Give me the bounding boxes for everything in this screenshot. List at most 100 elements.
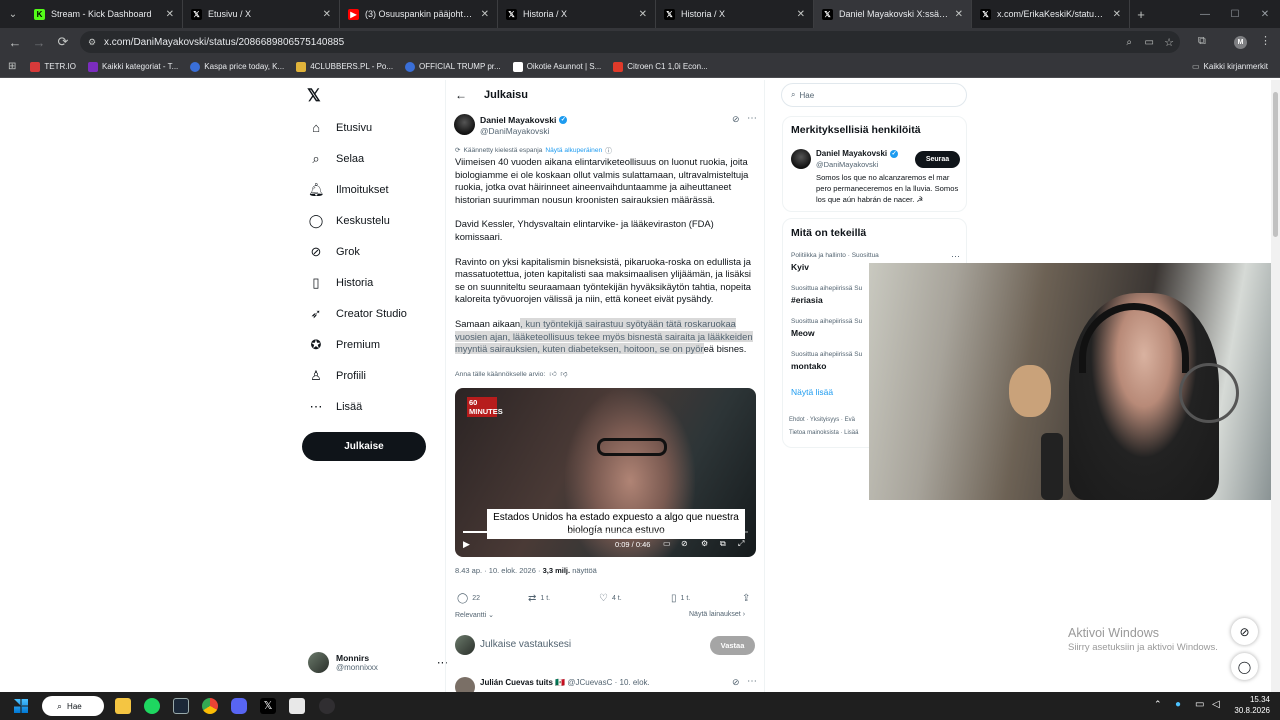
trend-item[interactable]: Suosittua aihepiirissä Su #eriasia (791, 285, 862, 305)
file-explorer-icon[interactable] (115, 698, 131, 714)
thumbs-down-icon[interactable]: 👎︎ (560, 370, 567, 378)
tab-search-icon[interactable]: ⌄ (0, 9, 26, 20)
trend-menu-icon[interactable]: ⋯ (951, 251, 960, 262)
reply-avatar[interactable] (455, 677, 475, 692)
windows-start-icon[interactable] (14, 699, 28, 713)
post-menu-icon[interactable]: ⋯ (747, 676, 757, 687)
new-tab-button[interactable]: + (1130, 7, 1152, 22)
video-progress-bar[interactable] (463, 531, 748, 533)
follow-button[interactable]: Seuraa (915, 151, 960, 168)
show-original-link[interactable]: Näytä alkuperäinen (545, 147, 602, 154)
microphone-icon[interactable]: ● (1175, 699, 1181, 710)
page-scrollbar[interactable] (1271, 80, 1280, 692)
profile-avatar[interactable]: M (1234, 36, 1247, 49)
zoom-icon[interactable]: ⌕ (1126, 37, 1132, 48)
nav-historia[interactable]: ▯ Historia (308, 275, 373, 291)
share-button[interactable]: ⇪ (742, 593, 750, 604)
thumbs-up-icon[interactable]: 👍︎ (549, 370, 556, 378)
back-icon[interactable]: ← (3, 35, 27, 50)
tab-daniel-active[interactable]: 𝕏 Daniel Mayakovski X:ssä: ""En l✕ (814, 0, 972, 28)
reply-submit-button[interactable]: Vastaa (710, 636, 755, 655)
close-icon[interactable]: ✕ (1113, 9, 1121, 20)
notepad-icon[interactable] (289, 698, 305, 714)
close-icon[interactable]: ✕ (639, 9, 647, 20)
star-icon[interactable]: ☆ (1164, 36, 1174, 49)
captions-icon[interactable]: ▭ (663, 539, 671, 548)
menu-icon[interactable]: ⋮ (1260, 34, 1271, 47)
post-button[interactable]: Julkaise (302, 432, 426, 461)
relevant-name[interactable]: Daniel Mayakovski ✓ (816, 149, 899, 158)
extensions-icon[interactable]: ⧉ (1198, 35, 1206, 48)
relevant-avatar[interactable] (791, 149, 811, 169)
url-bar[interactable]: ⚙ x.com/DaniMayakovski/status/2086689806… (80, 31, 1180, 53)
bookmark-button[interactable]: ▯ 1 t. (671, 593, 690, 604)
trend-item[interactable]: Suosittua aihepiirissä Su montako (791, 351, 862, 371)
clock[interactable]: 15.34 30.8.2026 (1232, 694, 1270, 716)
settings-icon[interactable]: ⚙ (701, 539, 708, 548)
nav-creator-studio[interactable]: ➶ Creator Studio (308, 306, 407, 322)
messages-floating-button[interactable]: ◯ (1231, 653, 1258, 680)
like-button[interactable]: ♡ 4 t. (599, 593, 622, 604)
pip-icon[interactable]: ⧉ (720, 539, 726, 549)
tab-historia-2[interactable]: 𝕏 Historia / X ✕ (656, 0, 814, 28)
tab-youtube[interactable]: ▶ (3) Osuuspankin pääjohtajan m✕ (340, 0, 498, 28)
video-player[interactable]: 60 MINUTES Estados Unidos ha estado expu… (455, 388, 756, 557)
author-name[interactable]: Daniel Mayakovski ✓ (480, 115, 568, 125)
grok-explain-icon[interactable]: ⊘ (732, 114, 740, 125)
nav-lisaa[interactable]: ⋯ Lisää (308, 399, 363, 415)
nav-keskustelu[interactable]: ◯ Keskustelu (308, 213, 390, 229)
back-arrow-icon[interactable]: ← (455, 88, 467, 102)
footer-links[interactable]: Ehdot · Yksityisyys · Evä (789, 417, 855, 423)
discord-icon[interactable] (231, 698, 247, 714)
minimize-icon[interactable]: — (1190, 9, 1220, 20)
close-icon[interactable]: ✕ (481, 9, 489, 20)
tab-etusivu[interactable]: 𝕏 Etusivu / X ✕ (183, 0, 340, 28)
bookmark-4clubbers[interactable]: 4CLUBBERS.PL - Po... (296, 61, 393, 72)
bookmark-trump[interactable]: OFFICIAL TRUMP pr... (405, 61, 501, 72)
bookmark-kaikki-kategoriat[interactable]: Kaikki kategoriat - T... (87, 61, 178, 72)
author-avatar[interactable] (454, 114, 475, 135)
close-icon[interactable]: ✕ (166, 9, 174, 20)
x-logo-icon[interactable]: 𝕏 (307, 86, 321, 106)
x-taskbar-icon[interactable]: 𝕏 (260, 698, 276, 714)
reply-author[interactable]: Julián Cuevas tuits 🇲🇽 @JCuevasC · 10. e… (480, 678, 650, 687)
trend-item[interactable]: Politiikka ja hallinto · Suosittua Kyiv (791, 252, 879, 272)
maximize-icon[interactable]: ☐ (1220, 9, 1250, 20)
nav-selaa[interactable]: ⌕ Selaa (308, 151, 364, 167)
bookmark-kaspa[interactable]: Kaspa price today, K... (190, 61, 284, 72)
close-icon[interactable]: ✕ (323, 9, 331, 20)
bookmark-tetrio[interactable]: TETR.IO (30, 61, 76, 72)
trend-item[interactable]: Suosittua aihepiirissä Su Meow (791, 318, 862, 338)
close-icon[interactable]: ✕ (955, 9, 963, 20)
footer-links[interactable]: Tietoa mainoksista · Lisää (789, 430, 858, 436)
show-more-link[interactable]: Näytä lisää (791, 387, 833, 397)
nav-ilmoitukset[interactable]: 🔔︎ Ilmoitukset (308, 182, 389, 198)
close-icon[interactable]: ✕ (797, 9, 805, 20)
all-bookmarks[interactable]: ▭ Kaikki kirjanmerkit (1192, 62, 1268, 71)
obs-icon[interactable] (319, 698, 335, 714)
volume-icon[interactable]: ◁ (1212, 699, 1220, 710)
bookmark-oikotie[interactable]: Oikotie Asunnot | S... (512, 61, 601, 72)
author-handle[interactable]: @DaniMayakovski (480, 126, 549, 136)
grok-floating-button[interactable]: ⊘ (1231, 618, 1258, 645)
nav-etusivu[interactable]: ⌂ Etusivu (308, 120, 372, 135)
bookmark-citroen[interactable]: Citroen C1 1,0i Econ... (613, 61, 708, 72)
info-icon[interactable]: ⓘ (605, 145, 612, 155)
nav-premium[interactable]: ✪ Premium (308, 337, 380, 353)
reply-button[interactable]: ◯ 22 (457, 593, 480, 604)
show-quotes-link[interactable]: Näytä lainaukset › (689, 611, 745, 618)
window-close-icon[interactable]: ✕ (1250, 9, 1280, 20)
search-input[interactable]: ⌕ Hae (781, 83, 967, 107)
repost-button[interactable]: ⇄ 1 t. (528, 593, 550, 604)
fullscreen-icon[interactable]: ⤢ (738, 539, 744, 549)
mute-icon[interactable]: ⊘ (681, 539, 688, 548)
tray-chevron-icon[interactable]: ⌃ (1154, 699, 1162, 710)
nav-grok[interactable]: ⊘ Grok (308, 244, 360, 260)
sort-dropdown[interactable]: Relevantti ⌄ (455, 611, 494, 619)
play-icon[interactable]: ▶ (463, 539, 470, 550)
scrollbar-thumb[interactable] (1273, 92, 1278, 237)
grok-explain-icon[interactable]: ⊘ (732, 677, 740, 688)
nav-profiili[interactable]: ♙ Profiili (308, 368, 366, 384)
cast-icon[interactable]: ▭ (1145, 37, 1154, 48)
reply-input[interactable]: Julkaise vastauksesi (480, 639, 571, 650)
